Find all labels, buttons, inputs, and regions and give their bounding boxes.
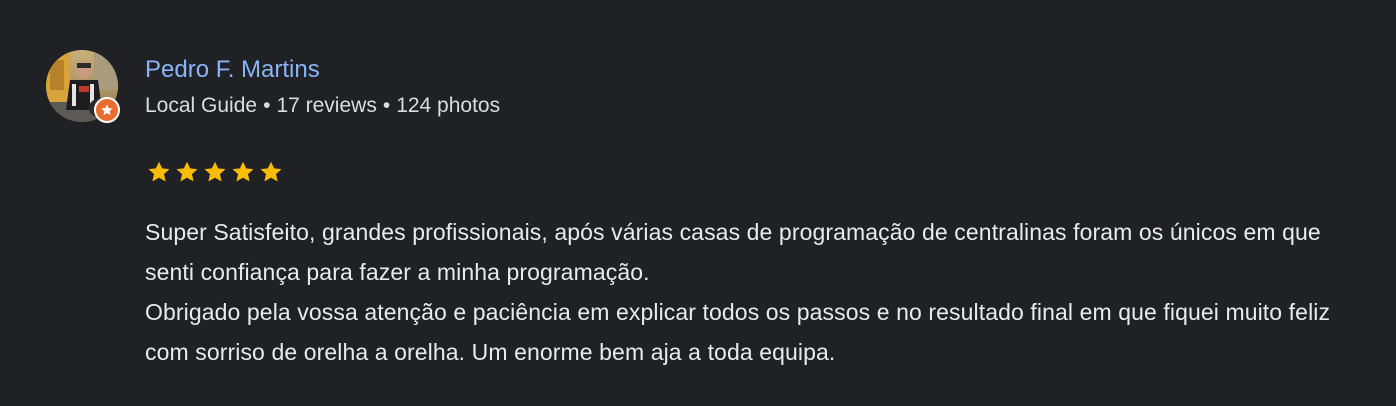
star-icon <box>176 161 198 182</box>
star-icon <box>148 161 170 182</box>
avatar[interactable] <box>46 50 120 123</box>
author-meta: Local Guide • 17 reviews • 124 photos <box>145 92 500 120</box>
photo-count: 124 photos <box>396 94 501 117</box>
star-rating <box>145 159 285 185</box>
separator: • <box>263 94 271 117</box>
review-card: Pedro F. Martins Local Guide • 17 reviews •… <box>0 0 1396 406</box>
star-icon <box>204 161 226 182</box>
review-paragraph: Super Satisfeito, grandes profissionais,… <box>145 219 1321 285</box>
separator: • <box>382 94 391 117</box>
review-paragraph: Obrigado pela vossa atenção e paciência … <box>145 299 1331 365</box>
review-text: Super Satisfeito, grandes profissionais,… <box>145 212 1365 372</box>
local-guide-label: Local Guide <box>145 94 258 117</box>
review-count: 17 reviews <box>276 94 377 117</box>
local-guide-star-icon <box>94 97 120 123</box>
author-name[interactable]: Pedro F. Martins <box>145 54 320 86</box>
star-icon <box>260 161 282 182</box>
star-icon <box>232 161 254 182</box>
